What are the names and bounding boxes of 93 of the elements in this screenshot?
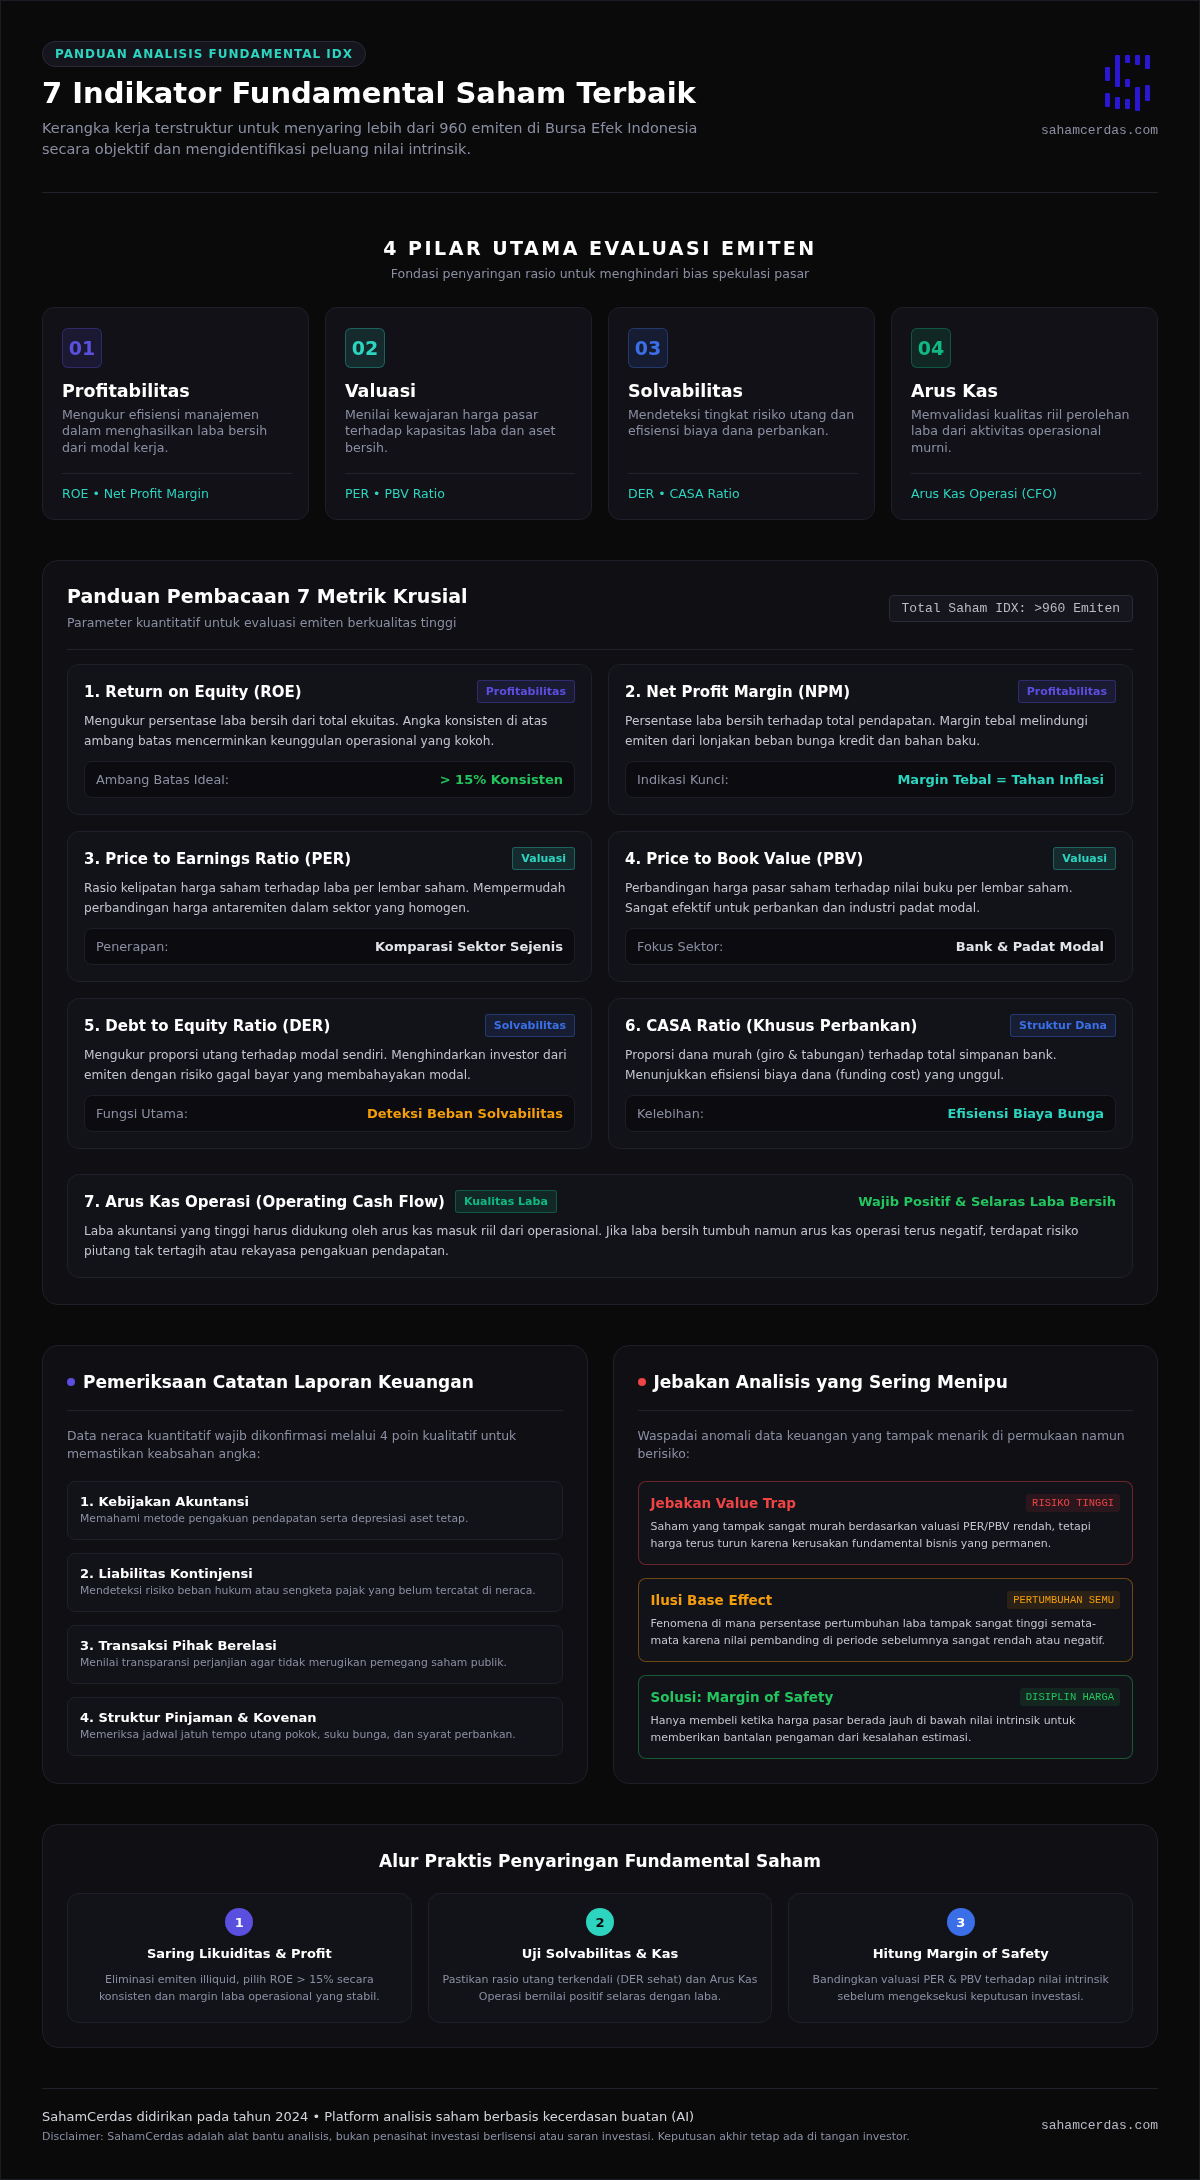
check-title: 4. Struktur Pinjaman & Kovenan — [80, 1710, 318, 1726]
step-number: 1 — [225, 1908, 254, 1937]
metric-description: Laba akuntansi yang tinggi harus didukung oleh arus kas masuk riil dari operasional. Jika laba bersih tumbuh namun arus kas operasi terus negatif, terdapat risiko piutang tak tertagih atau rekayasa pengakuan pendapatan. — [84, 1223, 1080, 1260]
pillar-number: 04 — [911, 328, 951, 369]
pillar-description: Mendeteksi tingkat risiko utang dan efisiensi biaya dana perbankan. — [628, 407, 856, 440]
category-tag: Solvabilitas — [484, 1014, 575, 1038]
check-description: Memahami metode pengakuan pendapatan serta depresiasi aset tetap. — [80, 1512, 470, 1526]
pillar-metrics: PER • PBV Ratio — [345, 473, 575, 502]
header-badge: PANDUAN ANALISIS FUNDAMENTAL IDX — [42, 41, 366, 67]
category-tag: Profitabilitas — [1017, 680, 1116, 704]
metric-description: Mengukur proporsi utang terhadap modal sendiri. Menghindarkan investor dari emiten dengan risiko gagal bayar yang membahayakan modal. — [84, 1047, 568, 1084]
trap-title: Solusi: Margin of Safety — [650, 1689, 834, 1706]
metric-title: 4. Price to Book Value (PBV) — [625, 849, 864, 868]
panel-title: Pemeriksaan Catatan Laporan Keuangan — [83, 1372, 474, 1393]
value-label: Fungsi Utama: — [96, 1106, 189, 1122]
step-title: Uji Solvabilitas & Kas — [521, 1946, 679, 1962]
metric-title: 7. Arus Kas Operasi (Operating Cash Flow) — [84, 1192, 445, 1211]
risk-tag: DISIPLIN HARGA — [1019, 1688, 1120, 1707]
metric-value: Komparasi Sektor Sejenis — [374, 939, 563, 955]
metric-description: Mengukur persentase laba bersih dari total ekuitas. Angka konsisten di atas ambang batas mencerminkan keunggulan operasional yang kokoh. — [84, 713, 549, 750]
value-label: Indikasi Kunci: — [637, 772, 729, 788]
step-title: Saring Likuiditas & Profit — [146, 1946, 332, 1962]
value-label: Ambang Batas Ideal: — [96, 772, 230, 788]
step-number: 3 — [946, 1908, 975, 1937]
trap-description: Saham yang tampak sangat murah berdasarkan valuasi PER/PBV rendah, tetapi harga terus turun karena kerusakan fundamental bisnis yang permanen. — [650, 1519, 1092, 1553]
pillar-number: 03 — [628, 328, 668, 369]
panel-title: Panduan Pembacaan 7 Metrik Krusial — [67, 585, 468, 608]
metric-value: > 15% Konsisten — [439, 772, 563, 788]
step-number: 2 — [586, 1908, 614, 1937]
trap-description: Hanya membeli ketika harga pasar berada jauh di bawah nilai intrinsik untuk memberikan bantalan pengaman dari kesalahan estimasi. — [650, 1713, 1077, 1747]
metric-value: Margin Tebal = Tahan Inflasi — [897, 772, 1104, 788]
trap-title: Ilusi Base Effect — [650, 1592, 773, 1609]
metric-title: 3. Price to Earnings Ratio (PER) — [84, 849, 352, 868]
panel-intro: Data neraca kuantitatif wajib dikonfirmasi melalui 4 poin kualitatif untuk memastikan keabsahan angka: — [67, 1427, 518, 1464]
panel-title: Alur Praktis Penyaringan Fundamental Saham — [378, 1851, 822, 1872]
category-tag: Kualitas Laba — [454, 1190, 557, 1214]
metric-title: 5. Debt to Equity Ratio (DER) — [84, 1016, 331, 1035]
panel-subtitle: Parameter kuantitatif untuk evaluasi emiten berkualitas tinggi — [67, 615, 457, 631]
pillar-title: Solvabilitas — [628, 381, 744, 402]
metric-description: Rasio kelipatan harga saham terhadap laba per lembar saham. Mempermudah perbandingan harga antaremiten dalam sektor yang homogen. — [84, 880, 567, 917]
pillar-title: Arus Kas — [911, 381, 999, 402]
metric-title: 6. CASA Ratio (Khusus Perbankan) — [625, 1016, 918, 1035]
panel-title: Jebakan Analisis yang Sering Menipu — [653, 1372, 1008, 1393]
value-label: Penerapan: — [96, 939, 169, 955]
step-title: Hitung Margin of Safety — [872, 1946, 1049, 1962]
value-label: Fokus Sektor: — [637, 939, 724, 955]
metric-value: Deteksi Beban Solvabilitas — [367, 1106, 563, 1122]
pillar-title: Profitabilitas — [62, 381, 191, 402]
metric-description: Perbandingan harga pasar saham terhadap nilai buku per lembar saham. Sangat efektif untuk perbankan dan industri padat modal. — [625, 880, 1074, 917]
pillar-metrics: Arus Kas Operasi (CFO) — [911, 473, 1141, 502]
page-title: 7 Indikator Fundamental Saham Terbaik — [42, 76, 697, 110]
category-tag: Profitabilitas — [476, 680, 575, 704]
check-description: Memeriksa jadwal jatuh tempo utang pokok, suku bunga, dan syarat perbankan. — [80, 1728, 517, 1742]
metric-title: 1. Return on Equity (ROE) — [84, 682, 302, 701]
panel-intro: Waspadai anomali data keuangan yang tampak menarik di permukaan namun berisiko: — [637, 1427, 1126, 1464]
site-name: sahamcerdas.com — [1040, 2118, 1158, 2133]
footer-disclaimer: Disclaimer: SahamCerdas adalah alat bantu analisis, bukan penasihat investasi berlisensi atau saran investasi. Keputusan akhir tetap ada di tangan investor. — [42, 2129, 910, 2143]
check-title: 2. Liabilitas Kontinjensi — [80, 1566, 254, 1582]
site-name: sahamcerdas.com — [1040, 123, 1158, 138]
risk-tag: RISIKO TINGGI — [1026, 1494, 1120, 1513]
risk-tag: PERTUMBUHAN SEMU — [1007, 1591, 1120, 1610]
metric-description: Persentase laba bersih terhadap total pendapatan. Margin tebal melindungi emiten dari lonjakan beban bunga kredit dan bahan baku. — [625, 713, 1089, 750]
check-title: 1. Kebijakan Akuntansi — [80, 1494, 250, 1510]
pillar-metrics: ROE • Net Profit Margin — [62, 473, 292, 502]
pillar-description: Menilai kewajaran harga pasar terhadap kapasitas laba dan aset bersih. — [345, 407, 557, 457]
metric-title: 2. Net Profit Margin (NPM) — [625, 682, 851, 701]
metric-value: Efisiensi Biaya Bunga — [947, 1106, 1104, 1122]
section-title: 4 PILAR UTAMA EVALUASI EMITEN — [383, 237, 817, 260]
metric-value: Bank & Padat Modal — [955, 939, 1104, 955]
pillar-metrics: DER • CASA Ratio — [628, 473, 858, 502]
pillar-description: Mengukur efisiensi manajemen dalam menghasilkan laba bersih dari modal kerja. — [62, 407, 269, 457]
step-description: Pastikan rasio utang terkendali (DER sehat) dan Arus Kas Operasi bernilai positif selaras dengan laba. — [441, 1972, 759, 2006]
page-subtitle: Kerangka kerja terstruktur untuk menyaring lebih dari 960 emiten di Bursa Efek Indonesia secara objektif dan mengidentifikasi peluang nilai intrinsik. — [42, 119, 699, 159]
section-subtitle: Fondasi penyaringan rasio untuk menghindari bias spekulasi pasar — [390, 266, 810, 282]
pillar-number: 01 — [62, 328, 102, 369]
metric-description: Proporsi dana murah (giro & tabungan) terhadap total simpanan bank. Menunjukkan efisiensi biaya dana (funding cost) yang unggul. — [625, 1047, 1058, 1084]
pillar-description: Memvalidasi kualitas riil perolehan laba dari aktivitas operasional murni. — [911, 407, 1131, 457]
check-title: 3. Transaksi Pihak Berelasi — [80, 1638, 278, 1654]
pillar-title: Valuasi — [345, 381, 418, 402]
metric-value: Wajib Positif & Selaras Laba Bersih — [858, 1194, 1116, 1210]
value-label: Kelebihan: — [637, 1106, 705, 1122]
category-tag: Struktur Dana — [1010, 1014, 1116, 1038]
step-description: Eliminasi emiten illiquid, pilih ROE > 15% secara konsisten dan margin laba operasional yang stabil. — [97, 1972, 381, 2006]
footer-about: SahamCerdas didirikan pada tahun 2024 • Platform analisis saham berbasis kecerdasan buatan (AI) — [42, 2108, 696, 2124]
category-tag: Valuasi — [1053, 847, 1116, 871]
pillar-number: 02 — [345, 328, 385, 369]
step-description: Bandingkan valuasi PER & PBV terhadap nilai intrinsik sebelum mengeksekusi keputusan investasi. — [811, 1972, 1110, 2006]
check-description: Menilai transparansi perjanjian agar tidak merugikan pemegang saham publik. — [80, 1656, 509, 1670]
check-description: Mendeteksi risiko beban hukum atau sengketa pajak yang belum tercatat di neraca. — [80, 1584, 537, 1598]
trap-title: Jebakan Value Trap — [650, 1495, 796, 1512]
count-badge: Total Saham IDX: >960 Emiten — [888, 594, 1133, 622]
category-tag: Valuasi — [512, 847, 575, 871]
trap-description: Fenomena di mana persentase pertumbuhan laba tampak sangat tinggi semata-mata karena nilai pembanding di periode sebelumnya sangat rendah atau negatif. — [650, 1616, 1107, 1650]
